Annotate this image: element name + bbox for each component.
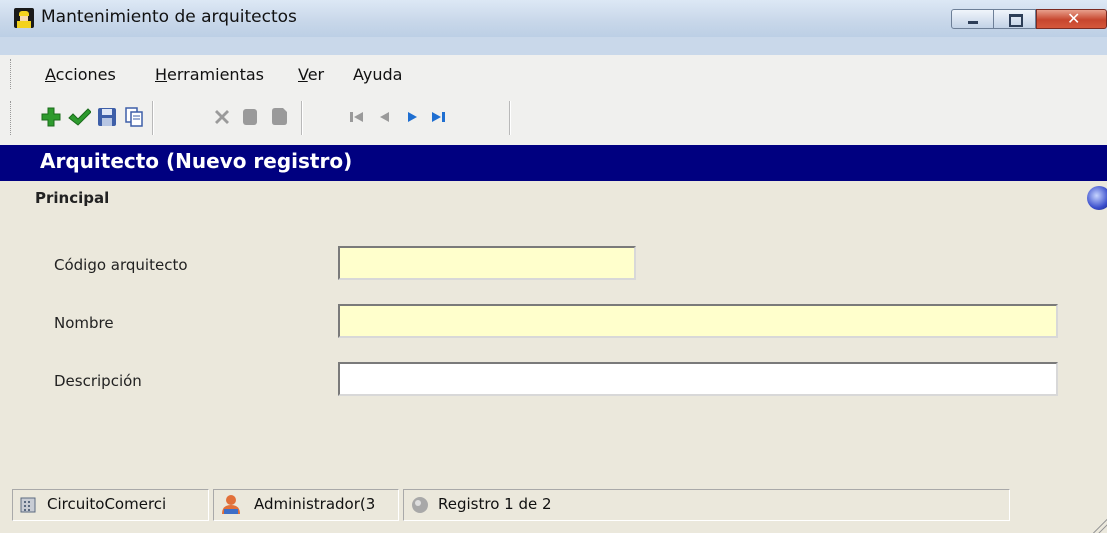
codigo-label: Código arquitecto — [54, 256, 188, 274]
menu-bar: Acciones Herramientas Ver Ayuda — [0, 55, 1107, 93]
maximize-icon — [1009, 14, 1023, 27]
title-bar[interactable]: Mantenimiento de arquitectos ✕ — [0, 0, 1107, 37]
descripcion-field[interactable] — [338, 362, 1058, 396]
stop-alt-button[interactable] — [266, 104, 292, 130]
codigo-field[interactable] — [338, 246, 636, 280]
nombre-field[interactable] — [338, 304, 1058, 338]
minimize-icon — [968, 21, 978, 24]
close-button[interactable]: ✕ — [1036, 9, 1107, 29]
toolbar-separator — [152, 101, 154, 135]
add-button[interactable] — [38, 104, 64, 130]
first-record-button[interactable] — [344, 104, 370, 130]
first-record-icon — [350, 112, 363, 122]
close-icon: ✕ — [1067, 9, 1081, 28]
menu-acciones[interactable]: Acciones — [45, 65, 116, 84]
save-icon — [98, 108, 116, 126]
last-record-icon — [432, 112, 445, 122]
previous-record-button[interactable] — [372, 104, 398, 130]
form-panel: Principal Código arquitecto Nombre Descr… — [0, 181, 1107, 486]
nombre-label: Nombre — [54, 314, 114, 332]
window-title: Mantenimiento de arquitectos — [41, 7, 297, 27]
database-name: CircuitoComerci — [47, 495, 167, 513]
record-title: Arquitecto (Nuevo registro) — [40, 149, 353, 173]
toolbar-separator — [301, 101, 303, 135]
app-icon — [14, 8, 34, 28]
stop-button[interactable] — [237, 104, 263, 130]
maximize-button[interactable] — [993, 9, 1036, 29]
resize-grip[interactable] — [1091, 517, 1107, 533]
copy-icon — [125, 107, 143, 127]
delete-icon — [215, 110, 229, 124]
add-icon — [41, 107, 61, 127]
status-record: Registro 1 de 2 — [403, 489, 1010, 521]
save-button[interactable] — [94, 104, 120, 130]
record-header: Arquitecto (Nuevo registro) — [0, 145, 1107, 181]
next-record-icon — [408, 112, 417, 122]
menu-ayuda[interactable]: Ayuda — [353, 65, 402, 84]
next-record-button[interactable] — [399, 104, 425, 130]
section-title: Principal — [35, 189, 110, 207]
menu-ver[interactable]: Ver — [298, 65, 324, 84]
minimize-button[interactable] — [951, 9, 994, 29]
status-user: Administrador(3 — [213, 489, 399, 521]
menu-grip[interactable] — [10, 59, 14, 89]
stop-icon — [243, 109, 257, 125]
descripcion-label: Descripción — [54, 372, 142, 390]
check-icon — [68, 108, 91, 126]
copy-button[interactable] — [121, 104, 147, 130]
help-icon[interactable] — [1087, 186, 1107, 210]
building-icon — [20, 497, 36, 513]
record-position: Registro 1 de 2 — [438, 495, 552, 513]
stop-alt-icon — [272, 108, 287, 125]
toolbar-separator — [509, 101, 511, 135]
previous-record-icon — [380, 112, 389, 122]
toolbar — [0, 93, 1107, 145]
menu-herramientas[interactable]: Herramientas — [155, 65, 264, 84]
status-bar: CircuitoComerci Administrador(3 Registro… — [0, 486, 1107, 533]
user-icon — [222, 495, 240, 514]
last-record-button[interactable] — [426, 104, 452, 130]
delete-button[interactable] — [209, 104, 235, 130]
record-status-icon — [412, 497, 428, 513]
toolbar-grip[interactable] — [10, 101, 14, 135]
accept-button[interactable] — [66, 104, 92, 130]
user-name: Administrador(3 — [254, 495, 376, 513]
status-database: CircuitoComerci — [12, 489, 209, 521]
application-window: Mantenimiento de arquitectos ✕ Acciones … — [0, 0, 1107, 533]
